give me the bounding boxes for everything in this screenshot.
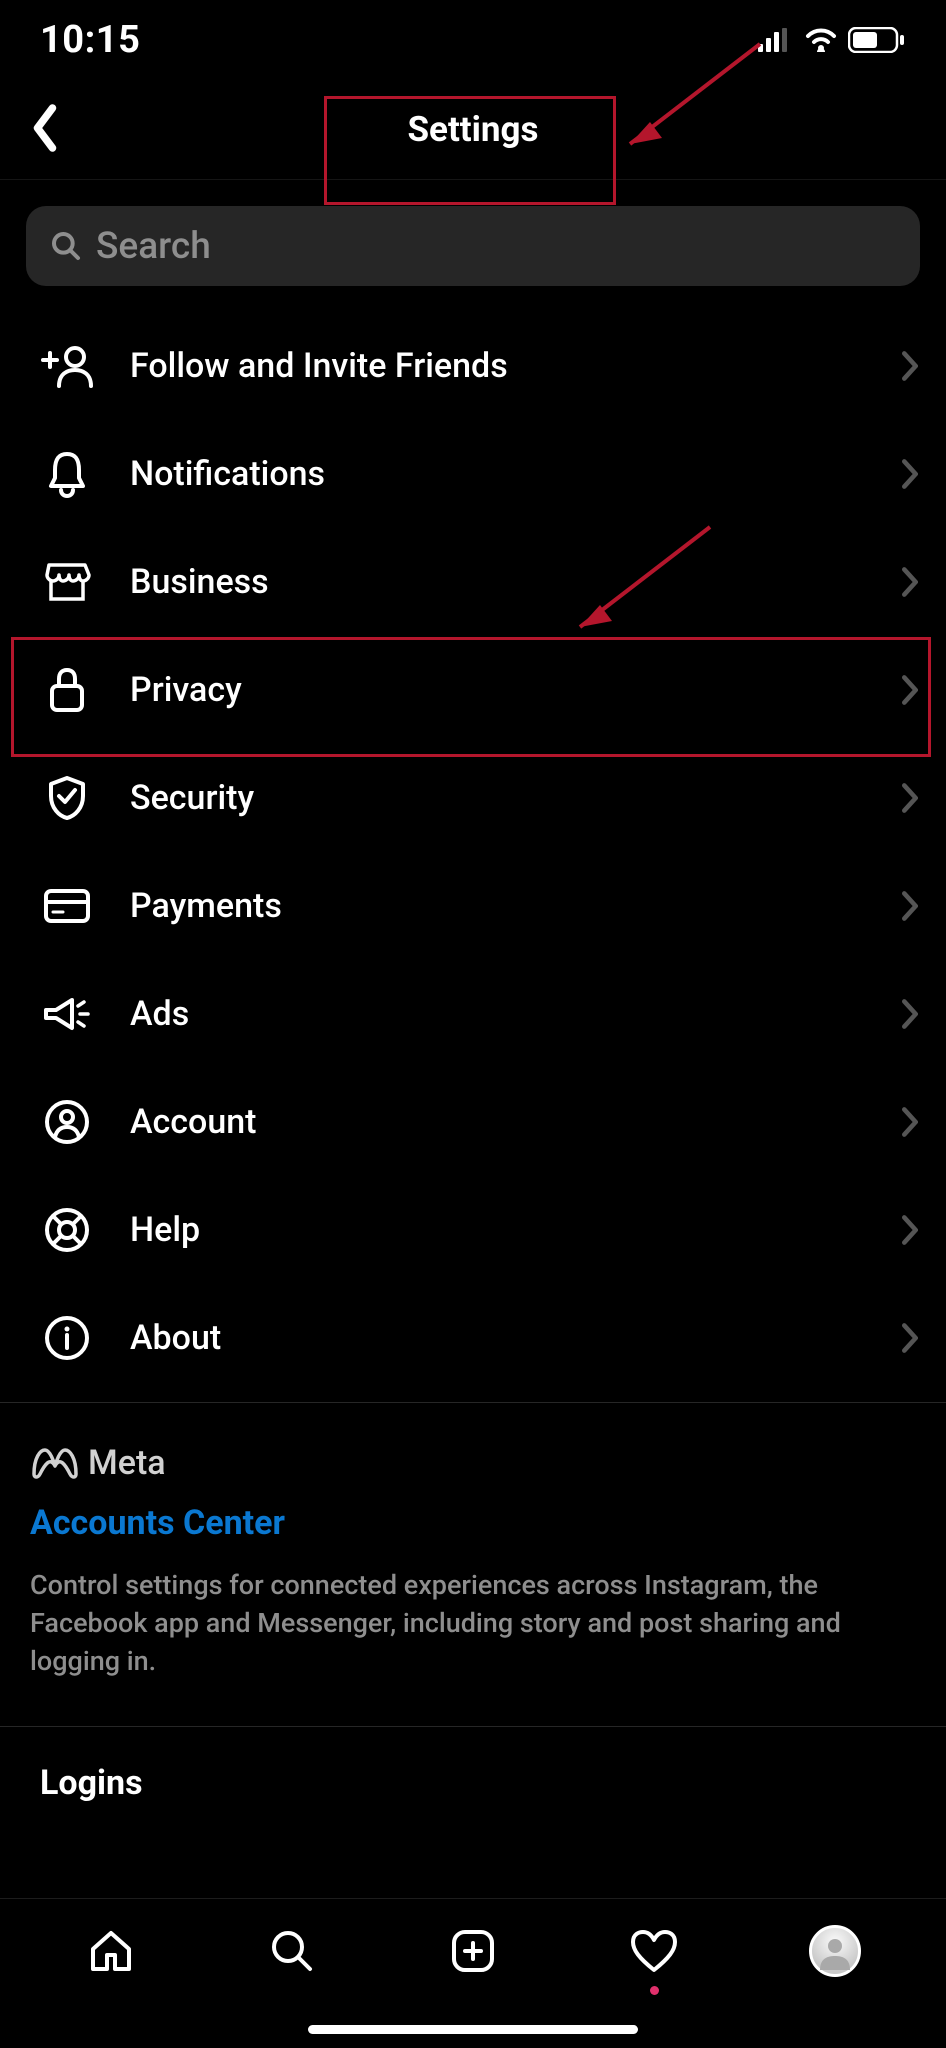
menu-label: Payments xyxy=(130,886,864,926)
lifebuoy-icon xyxy=(40,1207,94,1253)
meta-description: Control settings for connected experienc… xyxy=(30,1567,916,1680)
search-icon xyxy=(268,1927,316,1975)
chevron-right-icon xyxy=(900,1214,920,1246)
menu-label: Follow and Invite Friends xyxy=(130,346,864,386)
info-icon xyxy=(40,1315,94,1361)
cellular-icon xyxy=(758,28,794,52)
shield-check-icon xyxy=(40,774,94,822)
person-circle-icon xyxy=(40,1099,94,1145)
plus-square-icon xyxy=(449,1927,497,1975)
back-button[interactable] xyxy=(28,103,62,157)
chevron-right-icon xyxy=(900,1106,920,1138)
meta-brand-text: Meta xyxy=(88,1443,166,1483)
meta-section: Meta Accounts Center Control settings fo… xyxy=(0,1403,946,1706)
search-input[interactable]: Search xyxy=(26,206,920,286)
nav-header: Settings xyxy=(0,80,946,180)
settings-menu: Follow and Invite Friends Notifications … xyxy=(0,312,946,1392)
chevron-right-icon xyxy=(900,998,920,1030)
home-indicator[interactable] xyxy=(308,2025,638,2034)
storefront-icon xyxy=(40,561,94,603)
avatar-icon xyxy=(809,1925,861,1977)
heart-icon xyxy=(629,1928,679,1974)
menu-label: About xyxy=(130,1318,864,1358)
megaphone-icon xyxy=(40,992,94,1036)
tab-search[interactable] xyxy=(257,1921,327,1981)
chevron-left-icon xyxy=(28,103,62,153)
item-ads[interactable]: Ads xyxy=(0,960,946,1068)
chevron-right-icon xyxy=(900,566,920,598)
menu-label: Privacy xyxy=(130,670,864,710)
logins-heading: Logins xyxy=(40,1763,906,1803)
menu-label: Account xyxy=(130,1102,864,1142)
chevron-right-icon xyxy=(900,674,920,706)
tab-profile[interactable] xyxy=(800,1921,870,1981)
status-time: 10:15 xyxy=(40,18,140,62)
item-follow-invite[interactable]: Follow and Invite Friends xyxy=(0,312,946,420)
tab-new-post[interactable] xyxy=(438,1921,508,1981)
status-right-icons xyxy=(758,27,906,53)
item-account[interactable]: Account xyxy=(0,1068,946,1176)
search-placeholder: Search xyxy=(96,225,211,268)
bell-icon xyxy=(40,450,94,498)
status-bar: 10:15 xyxy=(0,0,946,80)
chevron-right-icon xyxy=(900,890,920,922)
chevron-right-icon xyxy=(900,458,920,490)
item-business[interactable]: Business xyxy=(0,528,946,636)
menu-label: Help xyxy=(130,1210,864,1250)
menu-label: Security xyxy=(130,778,864,818)
item-privacy[interactable]: Privacy xyxy=(0,636,946,744)
chevron-right-icon xyxy=(900,782,920,814)
item-security[interactable]: Security xyxy=(0,744,946,852)
logins-section: Logins xyxy=(0,1727,946,1839)
item-notifications[interactable]: Notifications xyxy=(0,420,946,528)
chevron-right-icon xyxy=(900,1322,920,1354)
search-wrap: Search xyxy=(0,180,946,312)
item-help[interactable]: Help xyxy=(0,1176,946,1284)
battery-icon xyxy=(848,27,906,53)
search-icon xyxy=(50,230,82,262)
menu-label: Notifications xyxy=(130,454,864,494)
chevron-right-icon xyxy=(900,350,920,382)
menu-label: Ads xyxy=(130,994,864,1034)
home-icon xyxy=(87,1927,135,1975)
tab-activity[interactable] xyxy=(619,1921,689,1981)
notification-dot-icon xyxy=(650,1986,659,1995)
meta-brand: Meta xyxy=(30,1443,916,1483)
card-icon xyxy=(40,888,94,924)
meta-logo-icon xyxy=(30,1446,80,1480)
accounts-center-link[interactable]: Accounts Center xyxy=(30,1503,916,1543)
wifi-icon xyxy=(804,28,838,52)
tab-home[interactable] xyxy=(76,1921,146,1981)
page-title: Settings xyxy=(408,109,539,150)
lock-icon xyxy=(40,666,94,714)
person-plus-icon xyxy=(40,344,94,388)
item-about[interactable]: About xyxy=(0,1284,946,1392)
menu-label: Business xyxy=(130,562,864,602)
item-payments[interactable]: Payments xyxy=(0,852,946,960)
